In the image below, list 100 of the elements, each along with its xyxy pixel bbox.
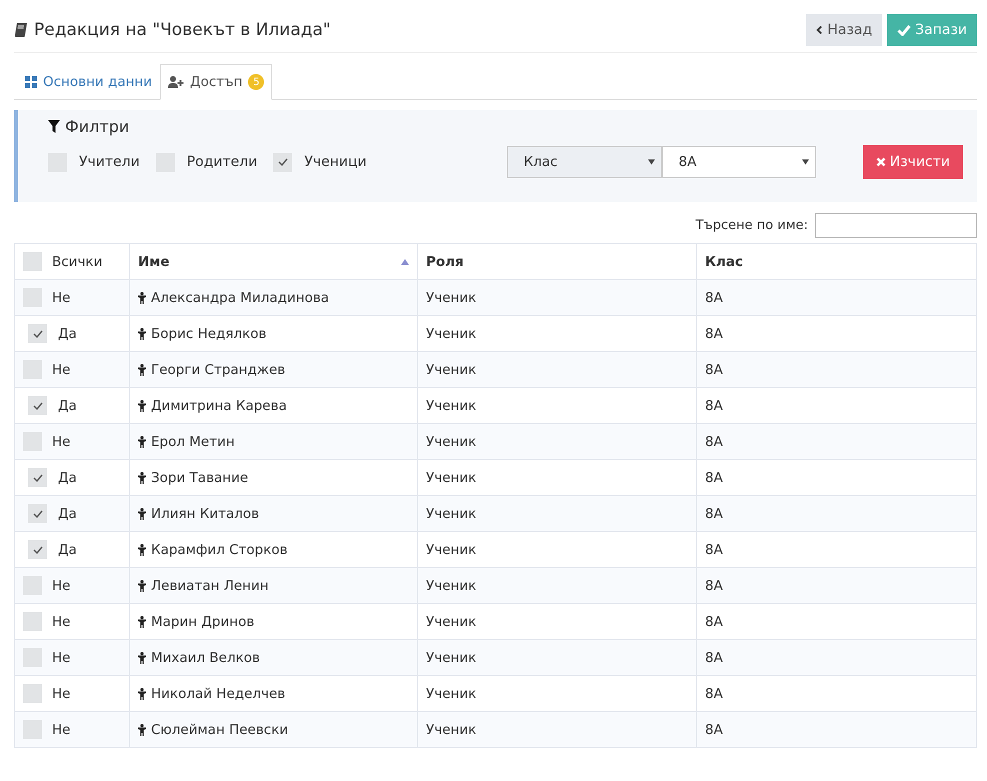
- table-cell: Александра Миладинова: [151, 290, 330, 306]
- check-icon: [32, 510, 42, 518]
- checkbox[interactable]: [28, 396, 47, 415]
- column-header: Роля: [426, 254, 464, 270]
- table-cell: 8А: [705, 398, 723, 414]
- table-cell: Карамфил Сторков: [151, 542, 288, 558]
- caret-icon: [802, 159, 809, 165]
- table-cell: Георги Странджев: [151, 362, 286, 378]
- checkbox[interactable]: [23, 252, 42, 271]
- table-cell: Илиян Киталов: [151, 506, 260, 522]
- table-cell: Ученик: [426, 650, 476, 666]
- table-cell: Ерол Метин: [151, 434, 235, 450]
- child-icon: [138, 508, 146, 520]
- child-icon: [138, 292, 146, 304]
- check-icon: [32, 546, 42, 554]
- table-cell: Ученик: [426, 434, 476, 450]
- table-cell: Ученик: [426, 362, 476, 378]
- child-icon: [138, 400, 146, 412]
- table-cell: Сюлейман Пеевски: [151, 722, 288, 738]
- type-select[interactable]: Клас: [506, 146, 662, 178]
- table-cell: 8А: [705, 362, 723, 378]
- caret-icon: [648, 159, 655, 165]
- child-icon: [138, 688, 146, 700]
- table-cell: Борис Недялков: [151, 326, 266, 342]
- page-title: Редакция на "Човекът в Илиада": [34, 20, 331, 40]
- table-cell: Да: [58, 542, 77, 558]
- table-cell: Не: [52, 290, 70, 306]
- checkbox-label: Учители: [79, 154, 140, 170]
- table-cell: Михаил Велков: [151, 650, 260, 666]
- checkbox[interactable]: [28, 324, 47, 343]
- check-icon: [32, 474, 42, 482]
- grid-icon: [25, 76, 37, 88]
- table-cell: Ученик: [426, 578, 476, 594]
- check-icon: [32, 402, 42, 410]
- table-cell: 8А: [705, 614, 723, 630]
- child-icon: [138, 652, 146, 664]
- column-header: Всички: [52, 254, 102, 270]
- table-cell: 8А: [705, 506, 723, 522]
- back-button[interactable]: Назад: [806, 14, 882, 46]
- table-cell: Да: [58, 506, 77, 522]
- table-cell: Зори Тавание: [151, 470, 248, 486]
- clear-button[interactable]: Изчисти: [862, 145, 963, 179]
- check-icon: [897, 24, 912, 36]
- checkbox[interactable]: [28, 504, 47, 523]
- checkbox-label: Ученици: [304, 154, 367, 170]
- table-cell: Да: [58, 398, 77, 414]
- child-icon: [138, 472, 146, 484]
- table-cell: Ученик: [426, 290, 476, 306]
- child-icon: [138, 724, 146, 736]
- table-cell: 8А: [705, 722, 723, 738]
- table-cell: Марин Дринов: [151, 614, 254, 630]
- checkbox[interactable]: [28, 540, 47, 559]
- table-cell: 8А: [705, 326, 723, 342]
- checkbox[interactable]: [23, 684, 42, 703]
- table-cell: Ученик: [426, 470, 476, 486]
- check-icon: [32, 330, 42, 338]
- table-cell: Ученик: [426, 722, 476, 738]
- tab[interactable]: Основни данни: [17, 64, 160, 100]
- table-cell: Не: [52, 686, 70, 702]
- table-cell: Ученик: [426, 614, 476, 630]
- table-cell: 8А: [705, 650, 723, 666]
- checkbox[interactable]: [28, 468, 47, 487]
- search-field[interactable]: [815, 213, 977, 238]
- child-icon: [138, 580, 146, 592]
- checkbox[interactable]: [273, 152, 292, 172]
- table-cell: 8А: [705, 542, 723, 558]
- child-icon: [138, 328, 146, 340]
- table-cell: Да: [58, 470, 77, 486]
- count-badge: 5: [248, 74, 264, 90]
- user-plus-icon: [168, 76, 184, 88]
- table-cell: Ученик: [426, 326, 476, 342]
- sort-up-icon: [401, 258, 409, 264]
- table-cell: Не: [52, 722, 70, 738]
- search-label: Търсене по име:: [696, 218, 808, 233]
- table-cell: 8А: [705, 578, 723, 594]
- table-cell: Ученик: [426, 542, 476, 558]
- table-cell: Не: [52, 434, 70, 450]
- check-icon: [278, 158, 288, 166]
- table-cell: Не: [52, 614, 70, 630]
- table-cell: Николай Неделчев: [151, 686, 286, 702]
- table-cell: Ученик: [426, 398, 476, 414]
- chevron-left-icon: [816, 25, 824, 35]
- table-cell: 8А: [705, 470, 723, 486]
- close-icon: [876, 157, 886, 167]
- table-cell: Не: [52, 650, 70, 666]
- table-cell: 8А: [705, 434, 723, 450]
- child-icon: [138, 544, 146, 556]
- class-select[interactable]: 8А: [662, 146, 816, 178]
- child-icon: [138, 436, 146, 448]
- table-cell: Димитрина Карева: [151, 398, 287, 414]
- table-cell: Не: [52, 578, 70, 594]
- book-icon: [14, 22, 28, 38]
- table-cell: 8А: [705, 686, 723, 702]
- checkbox[interactable]: [23, 612, 42, 631]
- checkbox-label: Родители: [186, 154, 258, 170]
- table-cell: Ученик: [426, 686, 476, 702]
- table-cell: Левиатан Ленин: [151, 578, 269, 594]
- filter-icon: [48, 120, 60, 134]
- tab[interactable]: Достъп 5: [160, 64, 272, 100]
- column-header[interactable]: Име: [138, 254, 170, 270]
